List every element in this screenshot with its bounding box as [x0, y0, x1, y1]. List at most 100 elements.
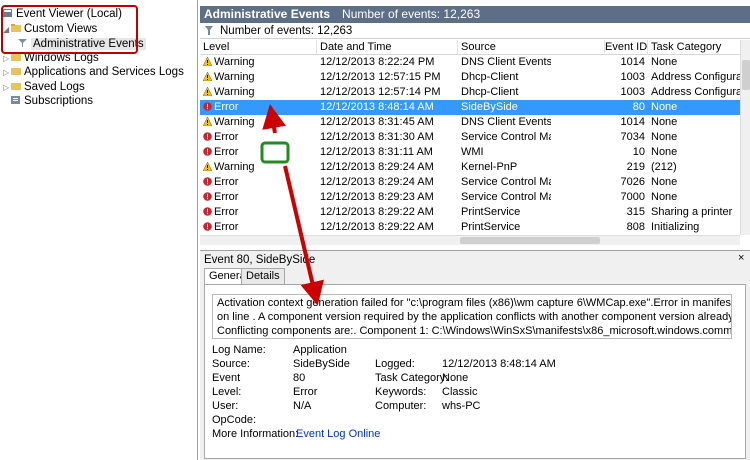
label-computer: Computer:: [375, 400, 427, 412]
tab-details[interactable]: Details: [241, 268, 285, 284]
table-row[interactable]: Error 12/12/2013 8:29:22 AM PrintService 80…: [200, 220, 740, 235]
tree-item-saved-logs[interactable]: ▷ Saved Logs: [3, 80, 85, 95]
error-icon: [203, 101, 212, 111]
cell-source: Dhcp-Client: [461, 71, 519, 83]
details-title: Event 80, SideBySide: [204, 254, 316, 266]
value-log-name: Application: [293, 344, 347, 356]
close-icon[interactable]: ×: [738, 252, 744, 264]
tree-item-subscriptions[interactable]: Subscriptions: [11, 94, 93, 109]
cell-level: Warning: [203, 70, 315, 85]
horizontal-scrollbar[interactable]: [200, 235, 740, 245]
table-row[interactable]: Error 12/12/2013 8:29:22 AM PrintService 31…: [200, 205, 740, 220]
cell-task-category: Sharing a printer: [651, 206, 733, 218]
label-more-info: More Information:: [212, 428, 299, 440]
event-log-online-link[interactable]: Event Log Online: [296, 428, 380, 441]
events-grid: Warning 12/12/2013 8:22:24 PM DNS Client E…: [200, 55, 740, 235]
table-row[interactable]: Error 12/12/2013 8:48:14 AM SideBySide 80 No…: [200, 100, 740, 115]
level-text: Error: [214, 221, 239, 233]
main-pane: Administrative Events Number of events: 1…: [200, 0, 750, 460]
event-count: Number of events: 12,263: [342, 7, 481, 21]
cell-event-id: 7034: [620, 131, 645, 143]
cell-task-category: Address Configurati...: [651, 86, 740, 98]
cell-date: 12/12/2013 8:31:30 AM: [320, 131, 434, 143]
value-user: N/A: [293, 400, 312, 412]
cell-event-id: 808: [626, 221, 645, 233]
expand-arrow-icon[interactable]: ▷: [3, 65, 11, 80]
label-logged: Logged:: [375, 358, 415, 370]
label-source: Source:: [212, 358, 250, 370]
scroll-thumb[interactable]: [742, 60, 750, 90]
column-date-time[interactable]: Date and Time: [316, 40, 457, 55]
cell-source: Dhcp-Client: [461, 86, 519, 98]
cell-level: Error: [203, 100, 315, 115]
cell-date: 12/12/2013 12:57:14 PM: [320, 86, 441, 98]
navigation-tree: Event Viewer (Local) ◢ Custom Views Admin…: [0, 0, 198, 460]
table-row[interactable]: Error 12/12/2013 8:29:24 AM Service Contro…: [200, 175, 740, 190]
filter-text: Number of events: 12,263: [220, 25, 353, 37]
warning-icon: [203, 86, 213, 97]
cell-level: Warning: [203, 85, 315, 100]
column-event-id[interactable]: Event ID: [604, 40, 647, 55]
column-task-category[interactable]: Task Category: [647, 40, 740, 55]
cell-level: Warning: [203, 55, 315, 70]
label-user: User:: [212, 400, 239, 412]
warning-icon: [203, 161, 213, 172]
scroll-thumb[interactable]: [460, 237, 600, 244]
table-row[interactable]: Warning 12/12/2013 12:57:15 PM Dhcp-Client…: [200, 70, 740, 85]
label-level: Level:: [212, 386, 242, 398]
table-row[interactable]: Warning 12/12/2013 8:31:45 AM DNS Client E…: [200, 115, 740, 130]
error-icon: [203, 206, 212, 216]
table-row[interactable]: Error 12/12/2013 8:29:23 AM Service Contro…: [200, 190, 740, 205]
cell-event-id: 7000: [620, 191, 645, 203]
level-text: Error: [214, 131, 239, 143]
cell-event-id: 1003: [620, 71, 645, 83]
table-row[interactable]: Error 12/12/2013 8:31:30 AM Service Contro…: [200, 130, 740, 145]
cell-level: Error: [203, 190, 315, 205]
error-icon: [203, 146, 212, 156]
level-text: Error: [214, 176, 239, 188]
cell-source: SideBySide: [461, 101, 518, 113]
column-source[interactable]: Source: [457, 40, 604, 55]
event-description[interactable]: Activation context generation failed for…: [212, 294, 732, 339]
error-icon: [203, 191, 212, 201]
label-event-id: Event: [212, 372, 241, 384]
column-level[interactable]: Level: [200, 40, 316, 55]
tree-item-label: Applications and Services Logs: [24, 66, 184, 78]
cell-task-category: (212): [651, 161, 677, 173]
table-row[interactable]: Warning 12/12/2013 12:57:14 PM Dhcp-Client…: [200, 85, 740, 100]
value-event-id: 80: [293, 372, 306, 384]
cell-level: Error: [203, 175, 315, 190]
table-row[interactable]: Error 12/12/2013 8:31:11 AM WMI 10 None: [200, 145, 740, 160]
table-row[interactable]: Warning 12/12/2013 8:22:24 PM DNS Client E…: [200, 55, 740, 70]
value-task-category: None: [442, 372, 469, 384]
description-line: on line . A component version required b…: [217, 311, 732, 323]
description-line: Conflicting components are:. Component 1…: [217, 325, 732, 337]
cell-level: Error: [203, 130, 315, 145]
cell-source: WMI: [461, 146, 484, 158]
tree-item-applications-services-logs[interactable]: ▷ Applications and Services Logs: [3, 65, 184, 80]
cell-level: Error: [203, 220, 315, 235]
description-line: Activation context generation failed for…: [217, 297, 732, 309]
level-text: Warning: [214, 116, 255, 128]
cell-event-id: 1014: [620, 56, 645, 68]
level-text: Warning: [214, 71, 255, 83]
value-computer: whs-PC: [442, 400, 481, 412]
warning-icon: [203, 71, 213, 82]
cell-date: 12/12/2013 8:48:14 AM: [320, 101, 434, 113]
cell-date: 12/12/2013 8:31:11 AM: [320, 146, 433, 158]
error-icon: [203, 176, 212, 186]
table-row[interactable]: Warning 12/12/2013 8:29:24 AM Kernel-PnP 21…: [200, 160, 740, 175]
value-level: Error: [293, 386, 318, 398]
cell-source: PrintService: [461, 206, 521, 218]
level-text: Warning: [214, 86, 255, 98]
label-keywords: Keywords:: [375, 386, 427, 398]
vertical-scrollbar[interactable]: [740, 40, 750, 235]
expand-arrow-icon[interactable]: ▷: [3, 80, 11, 95]
level-text: Error: [214, 146, 239, 158]
cell-task-category: None: [651, 101, 678, 113]
column-header: Level Date and Time Source Event ID Task…: [200, 40, 740, 55]
cell-date: 12/12/2013 8:29:22 AM: [320, 206, 434, 218]
cell-task-category: None: [651, 56, 678, 68]
value-source: SideBySide: [293, 358, 350, 370]
tree-item-label: Subscriptions: [24, 95, 94, 107]
